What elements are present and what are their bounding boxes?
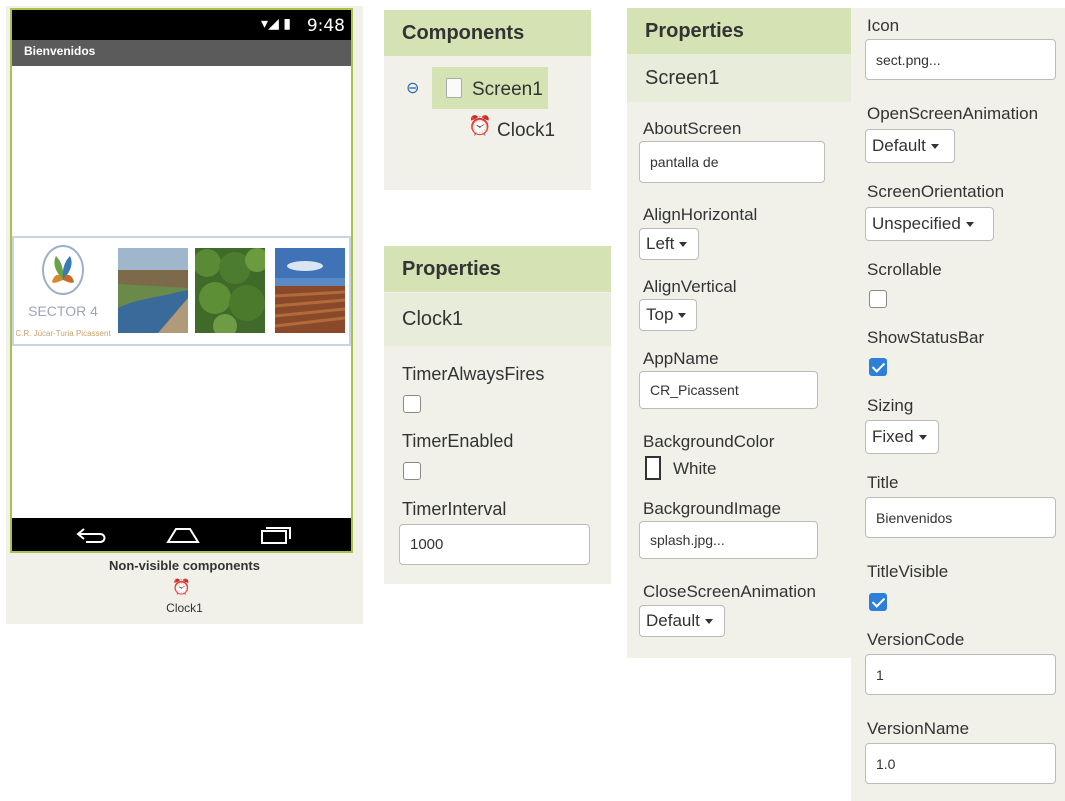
screen-orientation-label: ScreenOrientation — [867, 182, 1005, 201]
align-vertical-label: AlignVertical — [643, 277, 737, 296]
align-vertical-dropdown[interactable]: Top — [639, 299, 697, 331]
app-name-input[interactable]: CR_Picassent — [639, 371, 818, 409]
sizing-value: Fixed — [872, 427, 914, 446]
background-color-value[interactable]: White — [673, 459, 716, 479]
status-time: 9:48 — [306, 16, 345, 36]
caret-down-icon — [678, 312, 687, 318]
designer-viewer: ▾◢ ▮ 9:48 Bienvenidos SECTOR 4 C.R. Júca… — [6, 6, 363, 624]
screen-icon — [446, 78, 462, 98]
selected-component-name: Screen1 — [627, 54, 851, 102]
about-screen-label: AboutScreen — [643, 119, 742, 138]
close-screen-animation-label: CloseScreenAnimation — [643, 582, 816, 601]
timer-always-fires-checkbox[interactable] — [403, 395, 421, 413]
screen-orientation-value: Unspecified — [872, 214, 961, 233]
title-visible-checkbox[interactable] — [869, 593, 887, 611]
background-image-picker[interactable]: splash.jpg... — [639, 521, 818, 559]
clock-icon: ⏰ — [172, 579, 191, 596]
title-input[interactable]: Bienvenidos — [865, 497, 1056, 538]
status-signal-icon: ▾◢ ▮ — [261, 16, 291, 32]
align-horizontal-label: AlignHorizontal — [643, 205, 758, 224]
open-screen-animation-dropdown[interactable]: Default — [865, 129, 955, 163]
background-color-label: BackgroundColor — [643, 432, 775, 451]
non-visible-clock1[interactable]: Clock1 — [6, 601, 363, 615]
align-horizontal-value: Left — [646, 234, 675, 253]
sector4-logo[interactable]: SECTOR 4 C.R. Júcar-Turia Picassent — [16, 242, 112, 342]
photo-field[interactable] — [275, 248, 345, 333]
caret-down-icon — [704, 618, 713, 624]
timer-enabled-checkbox[interactable] — [403, 462, 421, 480]
color-swatch[interactable] — [645, 456, 661, 480]
open-screen-animation-label: OpenScreenAnimation — [867, 104, 1039, 123]
show-status-bar-label: ShowStatusBar — [867, 328, 985, 347]
screen1-properties-continued: Icon sect.png... OpenScreenAnimation Def… — [851, 8, 1065, 801]
icon-label: Icon — [867, 16, 900, 35]
logo-subtext: C.R. Júcar-Turia Picassent — [16, 329, 111, 338]
components-header: Components — [384, 10, 591, 56]
caret-down-icon — [918, 434, 927, 440]
timer-enabled-label: TimerEnabled — [402, 431, 514, 451]
tree-item-screen1[interactable]: Screen1 — [432, 67, 548, 109]
background-image-label: BackgroundImage — [643, 499, 781, 518]
components-panel: Components ⊖ Screen1 ⏰ Clock1 — [384, 10, 591, 190]
about-screen-textarea[interactable]: pantalla de — [639, 141, 825, 183]
screen1-properties-panel: Properties Screen1 AboutScreen pantalla … — [627, 8, 851, 658]
collapse-icon[interactable]: ⊖ — [406, 78, 419, 98]
align-horizontal-dropdown[interactable]: Left — [639, 228, 699, 260]
sizing-label: Sizing — [867, 396, 914, 415]
icon-picker[interactable]: sect.png... — [865, 39, 1056, 80]
status-bar: ▾◢ ▮ 9:48 — [12, 10, 351, 40]
home-icon[interactable] — [166, 526, 200, 544]
tree-item-label: Screen1 — [472, 79, 543, 100]
timer-interval-label: TimerInterval — [402, 499, 507, 519]
back-icon[interactable] — [76, 526, 108, 544]
open-screen-animation-value: Default — [872, 136, 926, 155]
timer-always-fires-label: TimerAlwaysFires — [402, 364, 545, 384]
selected-component-name: Clock1 — [384, 293, 611, 346]
clock1-properties-panel: Properties Clock1 TimerAlwaysFires Timer… — [384, 246, 611, 584]
version-name-label: VersionName — [867, 719, 970, 738]
screen-title: Bienvenidos — [24, 44, 96, 58]
properties-header: Properties — [384, 246, 611, 292]
screen-titlebar: Bienvenidos — [12, 40, 351, 66]
phone-mockup: ▾◢ ▮ 9:48 Bienvenidos SECTOR 4 C.R. Júca… — [10, 8, 353, 553]
photo-river[interactable] — [118, 248, 188, 333]
caret-down-icon — [930, 143, 939, 149]
screen-orientation-dropdown[interactable]: Unspecified — [865, 207, 994, 241]
properties-header: Properties — [627, 8, 851, 54]
clock-icon: ⏰ — [468, 116, 492, 137]
caret-down-icon — [965, 221, 974, 227]
version-code-input[interactable]: 1 — [865, 654, 1056, 695]
version-name-input[interactable]: 1.0 — [865, 743, 1056, 784]
android-navbar — [12, 518, 351, 551]
show-status-bar-checkbox[interactable] — [869, 358, 887, 376]
non-visible-components-title: Non-visible components — [109, 558, 260, 573]
photo-orchard[interactable] — [195, 248, 265, 333]
close-screen-animation-value: Default — [646, 611, 700, 630]
logo-text: SECTOR 4 — [28, 303, 98, 319]
sizing-dropdown[interactable]: Fixed — [865, 420, 939, 454]
caret-down-icon — [679, 241, 688, 247]
image-strip[interactable]: SECTOR 4 C.R. Júcar-Turia Picassent — [12, 236, 351, 346]
tree-item-clock1[interactable]: Clock1 — [497, 120, 555, 142]
close-screen-animation-dropdown[interactable]: Default — [639, 605, 725, 637]
screen-canvas[interactable]: SECTOR 4 C.R. Júcar-Turia Picassent — [12, 66, 351, 518]
title-visible-label: TitleVisible — [867, 562, 949, 581]
app-name-label: AppName — [643, 349, 719, 368]
title-label: Title — [867, 473, 899, 492]
scrollable-label: Scrollable — [867, 260, 942, 279]
version-code-label: VersionCode — [867, 630, 965, 649]
timer-interval-input[interactable]: 1000 — [399, 524, 590, 565]
align-vertical-value: Top — [646, 305, 674, 324]
scrollable-checkbox[interactable] — [869, 290, 887, 308]
recents-icon[interactable] — [260, 526, 292, 544]
